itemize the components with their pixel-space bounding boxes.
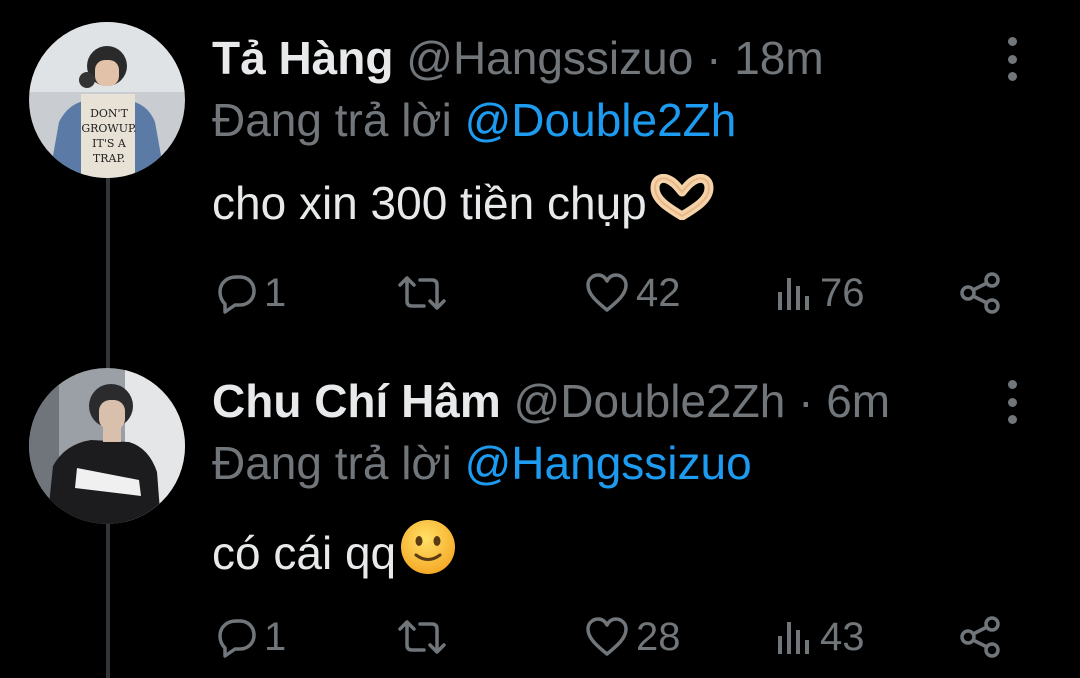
separator-dot: · [798, 375, 814, 427]
user-handle[interactable]: @Hangssizuo [406, 32, 693, 84]
share-button[interactable] [958, 268, 1004, 318]
tweet-header: Chu Chí Hâm @Double2Zh · 6m [212, 373, 890, 429]
svg-text:DON'T: DON'T [90, 107, 128, 120]
share-button[interactable] [958, 612, 1004, 662]
tweet-thread: DON'T GROWUP. IT'S A TRAP. Tả Hàng @Hang… [0, 0, 1080, 678]
replying-prefix: Đang trả lời [212, 94, 452, 146]
more-icon[interactable] [1002, 37, 1022, 81]
avatar[interactable] [29, 368, 185, 524]
tweet[interactable]: DON'T GROWUP. IT'S A TRAP. Tả Hàng @Hang… [0, 0, 1080, 340]
retweet-button[interactable] [396, 612, 454, 662]
tweet[interactable]: Chu Chí Hâm @Double2Zh · 6m Đang trả lời… [0, 340, 1080, 678]
views-button[interactable]: 43 [774, 612, 865, 662]
retweet-button[interactable] [396, 268, 454, 318]
timestamp[interactable]: 18m [734, 32, 823, 84]
reply-icon [212, 270, 258, 316]
replying-prefix: Đang trả lời [212, 437, 452, 489]
views-count: 76 [820, 271, 865, 315]
tweet-actions: 1 42 76 [212, 268, 1012, 318]
share-icon [958, 614, 1004, 660]
timestamp[interactable]: 6m [826, 375, 890, 427]
like-button[interactable]: 28 [584, 612, 681, 662]
share-icon [958, 270, 1004, 316]
svg-text:GROWUP.: GROWUP. [81, 122, 136, 135]
slightly-smiling-face-emoji-icon [398, 517, 458, 589]
retweet-icon [396, 614, 448, 660]
display-name[interactable]: Chu Chí Hâm [212, 375, 501, 427]
views-count: 43 [820, 615, 865, 659]
avatar[interactable]: DON'T GROWUP. IT'S A TRAP. [29, 22, 185, 178]
separator-dot: · [706, 32, 722, 84]
reply-button[interactable]: 1 [212, 612, 286, 662]
replying-to: Đang trả lời @Hangssizuo [212, 435, 752, 491]
svg-text:IT'S A: IT'S A [92, 137, 127, 150]
like-count: 42 [636, 271, 681, 315]
svg-text:TRAP.: TRAP. [93, 152, 125, 165]
reply-count: 1 [264, 615, 287, 659]
reply-button[interactable]: 1 [212, 268, 286, 318]
more-icon[interactable] [1002, 380, 1022, 424]
display-name[interactable]: Tả Hàng [212, 32, 393, 84]
tweet-text-content: cho xin 300 tiền chụp [212, 177, 647, 229]
user-handle[interactable]: @Double2Zh [514, 375, 786, 427]
like-count: 28 [636, 615, 681, 659]
views-button[interactable]: 76 [774, 268, 865, 318]
reply-icon [212, 614, 258, 660]
like-icon [584, 270, 630, 316]
replying-to-handle[interactable]: @Double2Zh [465, 94, 737, 146]
tweet-text: cho xin 300 tiền chụp [212, 173, 715, 232]
tweet-header: Tả Hàng @Hangssizuo · 18m [212, 30, 824, 86]
replying-to-handle[interactable]: @Hangssizuo [465, 437, 752, 489]
like-button[interactable]: 42 [584, 268, 681, 318]
like-icon [584, 614, 630, 660]
tweet-text-content: có cái qq [212, 527, 397, 579]
replying-to: Đang trả lời @Double2Zh [212, 92, 736, 148]
tweet-text: có cái qq [212, 517, 458, 589]
heart-hands-emoji-icon [649, 173, 715, 232]
retweet-icon [396, 270, 448, 316]
views-icon [774, 614, 814, 660]
tweet-actions: 1 28 43 [212, 612, 1012, 662]
reply-count: 1 [264, 271, 287, 315]
views-icon [774, 270, 814, 316]
